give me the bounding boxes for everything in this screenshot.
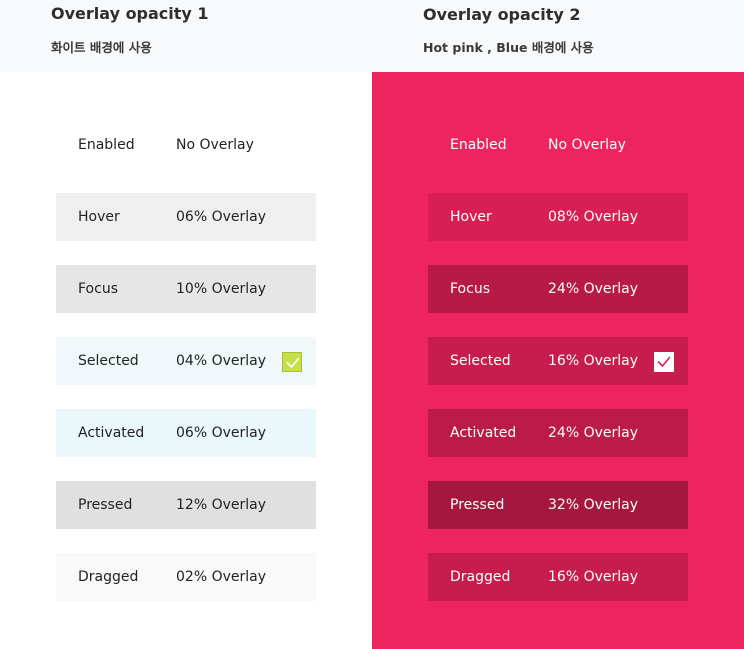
- state-label: Enabled: [78, 137, 135, 153]
- state-label: Pressed: [78, 497, 133, 513]
- state-row-selected: Selected 16% Overlay: [428, 337, 688, 385]
- overlay-label: 06% Overlay: [176, 425, 266, 441]
- overlay-label: 10% Overlay: [176, 281, 266, 297]
- state-row-pressed: Pressed 12% Overlay: [56, 481, 316, 529]
- state-label: Hover: [450, 209, 492, 225]
- state-row-activated: Activated 06% Overlay: [56, 409, 316, 457]
- overlay-label: 16% Overlay: [548, 569, 638, 585]
- state-row-enabled: Enabled No Overlay: [428, 121, 688, 169]
- state-row-pressed: Pressed 32% Overlay: [428, 481, 688, 529]
- state-row-focus: Focus 10% Overlay: [56, 265, 316, 313]
- overlay-label: 12% Overlay: [176, 497, 266, 513]
- column-1-title: Overlay opacity 1: [51, 4, 209, 23]
- overlay-opacity-spec: Overlay opacity 1 화이트 배경에 사용 Overlay opa…: [0, 0, 744, 649]
- state-row-dragged: Dragged 02% Overlay: [56, 553, 316, 601]
- state-label: Enabled: [450, 137, 507, 153]
- overlay-label: 02% Overlay: [176, 569, 266, 585]
- state-label: Selected: [78, 353, 139, 369]
- column-2-title: Overlay opacity 2: [423, 5, 581, 24]
- overlay-label: 04% Overlay: [176, 353, 266, 369]
- overlay-label: 24% Overlay: [548, 281, 638, 297]
- state-label: Activated: [78, 425, 145, 441]
- state-row-activated: Activated 24% Overlay: [428, 409, 688, 457]
- state-label: Focus: [450, 281, 490, 297]
- overlay-label: No Overlay: [548, 137, 626, 153]
- column-2-subtitle: Hot pink , Blue 배경에 사용: [423, 40, 594, 55]
- overlay-label: No Overlay: [176, 137, 254, 153]
- state-row-enabled: Enabled No Overlay: [56, 121, 316, 169]
- state-row-hover: Hover 08% Overlay: [428, 193, 688, 241]
- state-row-hover: Hover 06% Overlay: [56, 193, 316, 241]
- state-row-dragged: Dragged 16% Overlay: [428, 553, 688, 601]
- header: Overlay opacity 1 화이트 배경에 사용 Overlay opa…: [0, 0, 744, 72]
- state-row-selected: Selected 04% Overlay: [56, 337, 316, 385]
- overlay-label: 08% Overlay: [548, 209, 638, 225]
- checkbox-checked-icon[interactable]: [654, 352, 674, 372]
- state-label: Selected: [450, 353, 511, 369]
- column-1-subtitle: 화이트 배경에 사용: [51, 40, 152, 55]
- overlay-label: 06% Overlay: [176, 209, 266, 225]
- state-label: Activated: [450, 425, 517, 441]
- checkbox-checked-icon[interactable]: [282, 352, 302, 372]
- overlay-label: 24% Overlay: [548, 425, 638, 441]
- overlay-label: 16% Overlay: [548, 353, 638, 369]
- state-label: Hover: [78, 209, 120, 225]
- state-label: Focus: [78, 281, 118, 297]
- state-label: Dragged: [450, 569, 511, 585]
- overlay-label: 32% Overlay: [548, 497, 638, 513]
- state-label: Dragged: [78, 569, 139, 585]
- state-row-focus: Focus 24% Overlay: [428, 265, 688, 313]
- state-label: Pressed: [450, 497, 505, 513]
